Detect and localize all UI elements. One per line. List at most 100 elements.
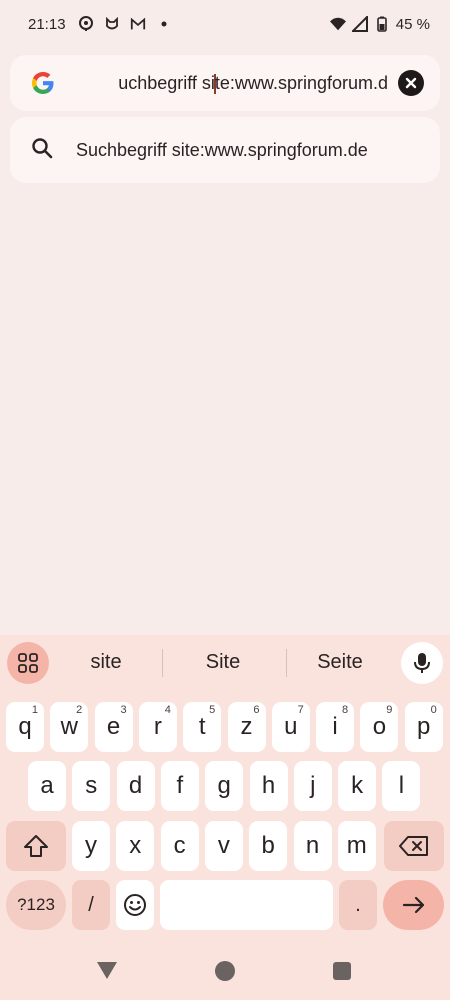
voice-input-button[interactable]	[401, 642, 443, 684]
key-y[interactable]: y	[72, 821, 110, 871]
key-label: s	[85, 772, 98, 799]
key-i[interactable]: i8	[316, 702, 355, 752]
key-b[interactable]: b	[249, 821, 288, 871]
google-g-logo	[30, 70, 56, 96]
mic-icon	[414, 653, 430, 673]
key-hint: 5	[209, 704, 216, 716]
home-circle-icon[interactable]	[214, 960, 236, 987]
key-z[interactable]: z6	[227, 702, 266, 752]
slash-key[interactable]: /	[72, 880, 110, 930]
suggestion-divider	[162, 649, 163, 677]
key-k[interactable]: k	[338, 761, 377, 811]
key-h[interactable]: h	[249, 761, 288, 811]
backspace-icon	[399, 836, 428, 856]
search-input[interactable]: uchbegriff site:www.springforum.d	[76, 71, 388, 95]
key-label: w	[60, 713, 78, 740]
grid-icon	[18, 653, 38, 673]
key-hint: 8	[341, 704, 349, 716]
key-label: c	[173, 832, 186, 859]
key-label: i	[332, 713, 338, 740]
battery-percent: 45 %	[395, 15, 430, 33]
key-label: v	[217, 832, 230, 859]
symbols-key[interactable]: ?123	[6, 880, 66, 930]
key-hint: 0	[430, 704, 437, 716]
key-label: o	[372, 713, 387, 740]
status-time: 21:13	[28, 15, 66, 33]
key-d[interactable]: d	[116, 761, 155, 811]
dot-icon	[156, 16, 172, 32]
key-label: b	[261, 832, 275, 859]
arrow-right-icon	[402, 896, 424, 914]
back-triangle-icon[interactable]	[96, 960, 118, 985]
key-e[interactable]: e3	[94, 702, 133, 752]
word-suggestion[interactable]: Seite	[285, 651, 395, 674]
emoji-icon	[124, 894, 146, 916]
key-f[interactable]: f	[160, 761, 199, 811]
key-j[interactable]: j	[293, 761, 332, 811]
search-bar[interactable]: uchbegriff site:www.springforum.d	[10, 55, 440, 111]
battery-icon	[374, 16, 390, 32]
key-hint: 1	[31, 704, 38, 716]
key-s[interactable]: s	[72, 761, 111, 811]
key-label: z	[240, 713, 253, 740]
wifi-icon	[329, 16, 346, 32]
close-icon	[405, 77, 417, 89]
key-label: x	[129, 832, 142, 859]
key-label: m	[346, 832, 367, 859]
search-icon	[30, 136, 54, 165]
backspace-key[interactable]	[384, 821, 444, 871]
key-hint: 2	[76, 704, 83, 716]
keyboard-apps-button[interactable]	[7, 642, 49, 684]
key-x[interactable]: x	[116, 821, 155, 871]
recents-square-icon[interactable]	[333, 962, 351, 985]
status-bar: 21:13 45 %	[0, 0, 450, 48]
key-label: e	[106, 713, 121, 740]
key-label: q	[18, 713, 32, 740]
key-p[interactable]: p0	[404, 702, 443, 752]
key-hint: 9	[386, 704, 393, 716]
search-query[interactable]: uchbegriff site:www.springforum.d	[118, 71, 388, 95]
location-pin-icon	[78, 16, 94, 32]
key-label: p	[417, 713, 431, 740]
key-q[interactable]: q1	[6, 702, 44, 752]
key-label: l	[398, 772, 405, 799]
space-key[interactable]	[160, 880, 333, 930]
key-c[interactable]: c	[160, 821, 199, 871]
key-label: j	[310, 772, 316, 799]
clear-query-button[interactable]	[398, 70, 424, 96]
query-before-cursor: uchbegriff si	[118, 73, 215, 93]
key-t[interactable]: t5	[183, 702, 222, 752]
key-u[interactable]: u7	[271, 702, 310, 752]
key-o[interactable]: o9	[360, 702, 399, 752]
key-hint: 4	[164, 704, 171, 716]
keyboard-toolbar: site Site Seite	[0, 635, 450, 693]
word-suggestion[interactable]: Site	[168, 651, 278, 674]
key-w[interactable]: w2	[50, 702, 89, 752]
key-label: a	[40, 772, 54, 799]
shift-key[interactable]	[6, 821, 66, 871]
shift-icon	[24, 835, 48, 857]
key-label: f	[176, 772, 184, 799]
suggestion-text: Suchbegriff site:www.springforum.de	[76, 139, 368, 160]
key-label: g	[217, 772, 231, 799]
key-l[interactable]: l	[382, 761, 421, 811]
word-suggestion[interactable]: site	[51, 651, 161, 674]
key-r[interactable]: r4	[138, 702, 177, 752]
query-after-cursor: te:www.springforum.d	[214, 73, 388, 93]
key-g[interactable]: g	[205, 761, 244, 811]
key-v[interactable]: v	[204, 821, 243, 871]
shield-cat-icon	[104, 16, 120, 32]
search-suggestion[interactable]: Suchbegriff site:www.springforum.de	[10, 117, 440, 183]
signal-icon	[351, 16, 368, 32]
enter-key[interactable]	[383, 880, 444, 930]
key-label: y	[85, 832, 97, 859]
key-hint: 6	[253, 704, 260, 716]
key-m[interactable]: m	[337, 821, 376, 871]
key-a[interactable]: a	[28, 761, 66, 811]
gmail-icon	[130, 16, 146, 32]
key-n[interactable]: n	[293, 821, 332, 871]
period-key[interactable]: .	[339, 880, 377, 930]
key-label: u	[284, 713, 298, 740]
key-label: t	[198, 713, 206, 740]
emoji-key[interactable]	[116, 880, 154, 930]
